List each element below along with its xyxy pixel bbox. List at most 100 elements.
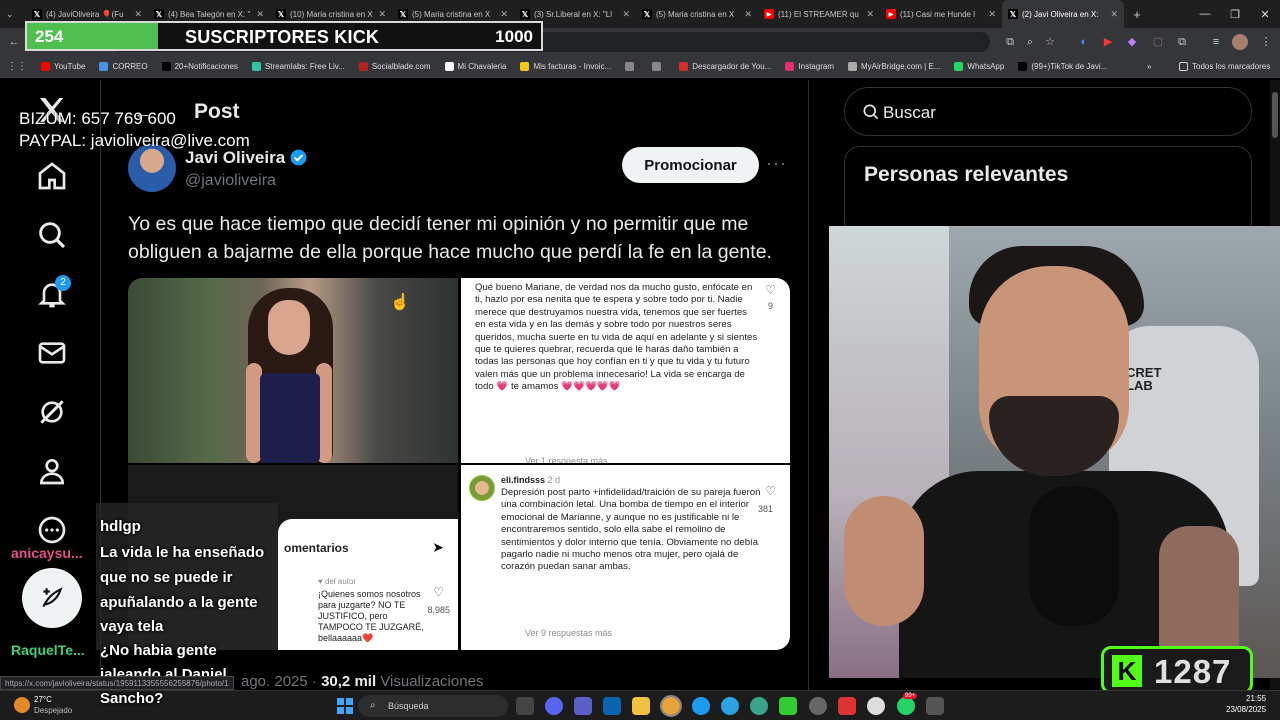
bookmark-item[interactable]: Streamlabs: Free Liv... xyxy=(245,62,352,71)
back-icon[interactable]: ← xyxy=(6,34,22,50)
app-icon[interactable] xyxy=(838,697,856,715)
tab-close-icon[interactable]: ✕ xyxy=(378,9,386,20)
extension-icon[interactable]: ◆ xyxy=(1124,34,1140,50)
tab-close-icon[interactable]: ✕ xyxy=(256,9,264,20)
tab-search-button[interactable]: ⌄ xyxy=(0,0,26,28)
zoom-icon[interactable]: ⌕ xyxy=(1022,34,1038,50)
bookmark-item[interactable]: Descargador de You... xyxy=(672,62,778,71)
bookmark-item[interactable]: Mis facturas - Invoic... xyxy=(513,62,618,71)
x-logo-icon: 𝕏 xyxy=(1008,9,1018,19)
post-date: ago. 2025 xyxy=(241,673,308,690)
bookmark-item[interactable]: Instagram xyxy=(778,62,841,71)
star-icon[interactable]: ☆ xyxy=(1042,34,1058,50)
folder-icon xyxy=(1179,62,1188,71)
search-input[interactable]: Buscar xyxy=(844,87,1252,136)
chrome-icon[interactable] xyxy=(660,695,682,717)
tab-close-icon[interactable]: ✕ xyxy=(744,9,752,20)
bookmark-item[interactable]: MyAirBridge.com | E... xyxy=(841,62,947,71)
all-bookmarks[interactable]: Todos los marcadores xyxy=(1172,62,1277,71)
clock-date[interactable]: 23/08/2025 xyxy=(1226,705,1266,714)
tab-close-icon[interactable]: ✕ xyxy=(866,9,874,20)
outlook-icon[interactable] xyxy=(603,697,621,715)
weather-icon[interactable] xyxy=(14,697,30,713)
compose-button[interactable] xyxy=(22,568,82,628)
close-window-button[interactable]: ✕ xyxy=(1250,0,1280,28)
menu-icon[interactable]: ⋮ xyxy=(1258,34,1274,50)
bookmark-item[interactable] xyxy=(618,62,645,71)
app-icon[interactable] xyxy=(926,697,944,715)
subscriber-goal-bar: 254 SUSCRIPTORES KICK 1000 xyxy=(25,21,543,51)
minimize-button[interactable]: — xyxy=(1190,0,1220,28)
taskbar: 27°C Despejado ⌕ Búsqueda 99+ 21:55 23/0… xyxy=(0,690,1280,720)
camtasia-icon[interactable] xyxy=(779,697,797,715)
profile-avatar[interactable] xyxy=(1232,34,1248,50)
extension-icon[interactable]: ◐ xyxy=(1076,34,1092,50)
heart-icon: ♡ xyxy=(765,484,776,498)
youtube-extension-icon[interactable]: ▶ xyxy=(1100,34,1116,50)
chat-message: hdlgp xyxy=(100,518,141,535)
bookmark-item[interactable]: (99+)TikTok de Javi... xyxy=(1011,62,1114,71)
app-icon[interactable] xyxy=(750,697,768,715)
comment-sheet-title: omentarios xyxy=(284,541,349,555)
chat-message: vaya tela xyxy=(100,618,164,635)
tab-close-icon[interactable]: ✕ xyxy=(134,9,142,20)
task-view-icon[interactable] xyxy=(516,697,534,715)
browser-tab[interactable]: ▶ (11) Casi me Hunde l ✕ xyxy=(880,0,1002,28)
discord-icon[interactable] xyxy=(545,697,563,715)
more-options-icon[interactable]: ··· xyxy=(766,153,787,174)
tab-close-icon[interactable]: ✕ xyxy=(622,9,630,20)
bookmark-item[interactable]: WhatsApp xyxy=(947,62,1011,71)
extension-icon[interactable]: ▢ xyxy=(1150,34,1166,50)
new-tab-button[interactable]: + xyxy=(1124,0,1150,28)
bookmark-item[interactable]: CORREO xyxy=(92,62,154,71)
browser-tab[interactable]: 𝕏 (2) Javi Oliveira en X: ✕ xyxy=(1002,0,1124,28)
bookmark-icon xyxy=(652,62,662,71)
browser-tab[interactable]: 𝕏 (5) Maria cristina en X ✕ xyxy=(636,0,758,28)
tab-close-icon[interactable]: ✕ xyxy=(500,9,508,20)
author-handle[interactable]: @javioliveira xyxy=(185,172,276,190)
bookmark-icon xyxy=(625,62,635,71)
install-icon[interactable]: ⧉ xyxy=(1002,34,1018,50)
home-icon[interactable] xyxy=(36,160,68,192)
whatsapp-icon[interactable] xyxy=(897,697,915,715)
obs-icon[interactable] xyxy=(809,697,827,715)
search-icon[interactable] xyxy=(36,219,68,251)
search-placeholder: Buscar xyxy=(883,103,936,122)
edge-icon[interactable] xyxy=(692,697,710,715)
bookmark-label: 20+Notificaciones xyxy=(174,62,238,71)
bookmark-item[interactable]: YouTube xyxy=(34,62,92,71)
comment-user: eli.findsss 2 d xyxy=(501,474,560,486)
tab-close-icon[interactable]: ✕ xyxy=(988,9,996,20)
bookmark-item[interactable]: Socialblade.com xyxy=(352,62,438,71)
media-comment-screenshot-2[interactable]: eli.findsss 2 d Depresión post parto +in… xyxy=(461,465,790,650)
maximize-button[interactable]: ❐ xyxy=(1220,0,1250,28)
more-icon[interactable] xyxy=(36,514,68,546)
apps-icon[interactable]: ⋮⋮ xyxy=(0,61,34,72)
profile-icon[interactable] xyxy=(36,455,68,487)
media-comment-screenshot-1[interactable]: Qué bueno Mariane, de verdad nos da much… xyxy=(461,278,790,463)
tab-close-icon[interactable]: ✕ xyxy=(1110,9,1118,20)
media-icon[interactable]: ≡ xyxy=(1208,34,1224,50)
taskbar-search[interactable]: ⌕ Búsqueda xyxy=(358,695,508,717)
chevron-right-icon[interactable]: » xyxy=(1140,62,1158,71)
windows-start-icon[interactable] xyxy=(337,698,353,714)
x-logo-icon: 𝕏 xyxy=(642,9,652,19)
puzzle-icon[interactable]: ⧉ xyxy=(1174,34,1190,50)
views-count: 30,2 mil xyxy=(321,673,377,690)
grok-icon[interactable] xyxy=(36,396,68,428)
telegram-icon[interactable] xyxy=(721,697,739,715)
app-icon[interactable] xyxy=(867,697,885,715)
teams-icon[interactable] xyxy=(574,697,592,715)
folder-icon[interactable] xyxy=(632,697,650,715)
bookmark-label: (99+)TikTok de Javi... xyxy=(1031,62,1108,71)
mail-icon[interactable] xyxy=(36,337,68,369)
media-photo-1[interactable]: ☝ xyxy=(128,278,458,463)
subscriber-count: 254 xyxy=(35,27,64,46)
bookmark-item[interactable] xyxy=(645,62,672,71)
bookmark-item[interactable]: 20+Notificaciones xyxy=(155,62,245,71)
promote-button[interactable]: Promocionar xyxy=(622,147,759,183)
browser-tab[interactable]: ▶ (11) El STREAMER qu ✕ xyxy=(758,0,880,28)
scroll-thumb[interactable] xyxy=(1272,92,1278,138)
bookmark-item[interactable]: Mi Chavaleria xyxy=(438,62,514,71)
clock-time[interactable]: 21:55 xyxy=(1246,694,1266,703)
